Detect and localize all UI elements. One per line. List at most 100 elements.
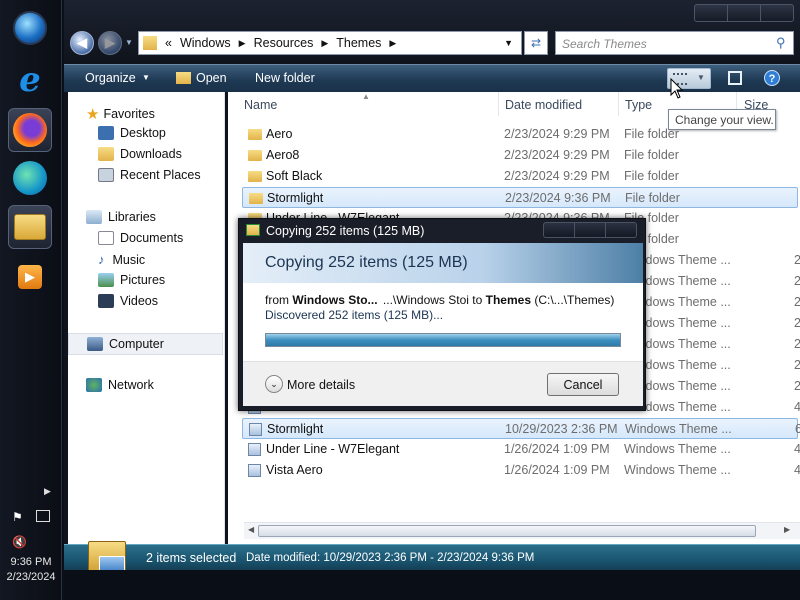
scrollbar-thumb[interactable] [258,525,756,537]
file-date: 2/23/2024 9:29 PM [504,148,610,162]
media-player-icon[interactable]: ▶ [8,255,52,299]
refresh-button[interactable]: ⇄ [524,31,548,55]
nav-network[interactable]: Network [86,378,154,392]
flag-icon[interactable]: ⚑ [12,510,23,524]
dialog-maximize-button[interactable] [575,223,606,237]
file-size: 2 [794,379,800,393]
address-dropdown-icon[interactable]: ▼ [504,38,513,48]
nav-favorites[interactable]: ★ Favorites [86,105,155,123]
column-type[interactable]: Type [625,98,652,112]
preview-pane-icon[interactable] [728,71,742,85]
from-source-link[interactable]: Windows Sto... [292,293,377,307]
scroll-left-icon[interactable]: ◀ [248,525,254,534]
internet-explorer-icon[interactable]: e [8,58,52,102]
column-divider[interactable] [618,92,619,116]
file-size: 4 [794,442,800,456]
selection-date-range: Date modified: 10/29/2023 2:36 PM - 2/23… [246,552,535,564]
volume-muted-icon[interactable]: 🔇 [12,535,27,549]
tooltip: Change your view. [668,109,776,130]
nav-music[interactable]: ♪ Music [98,252,145,267]
to-label: to [472,293,483,307]
clock-date[interactable]: 2/23/2024 [0,571,62,583]
file-size: 6 [795,422,800,436]
file-size: 4 [794,400,800,414]
chevron-down-icon: ▼ [142,73,150,82]
breadcrumb-arrow-icon[interactable]: ▶ [321,38,328,49]
to-dest-link[interactable]: Themes [486,293,531,307]
nav-label: Pictures [120,273,166,287]
forward-button[interactable]: ▶ [98,31,122,55]
window-bottom-frame [64,570,800,600]
firefox-icon[interactable] [8,108,52,152]
start-orb-icon[interactable] [8,6,52,50]
from-path: ...\Windows Stoi [382,293,469,307]
clock-time[interactable]: 9:36 PM [0,556,62,568]
breadcrumb-resources[interactable]: Resources [254,36,314,50]
music-icon: ♪ [98,252,105,267]
nav-label: Videos [120,294,158,308]
file-date: 2/23/2024 9:29 PM [504,127,610,141]
maximize-button[interactable] [728,5,761,21]
minimize-button[interactable] [695,5,728,21]
nav-label: Computer [109,337,164,351]
copy-icon [246,224,260,236]
breadcrumb-themes[interactable]: Themes [336,36,381,50]
file-row[interactable]: Aero8 2/23/2024 9:29 PM File folder [242,145,798,166]
breadcrumb-arrow-icon[interactable]: ▶ [389,38,396,49]
nav-libraries[interactable]: Libraries [86,210,156,224]
new-folder-button[interactable]: New folder [255,71,315,85]
address-prefix[interactable]: « [165,36,172,50]
nav-documents[interactable]: Documents [98,231,183,245]
file-type: Windows Theme ... [625,422,732,436]
dialog-minimize-button[interactable] [544,223,575,237]
copy-route: from Windows Sto... ...\Windows Stoi to … [265,293,614,307]
expand-chevron-icon[interactable]: ⌄ [265,375,283,393]
open-button[interactable]: Open [196,71,227,85]
nav-label: Network [108,378,154,392]
organize-button[interactable]: Organize [85,71,136,85]
file-row[interactable]: Vista Aero 1/26/2024 1:09 PM Windows Theme… [242,460,800,481]
horizontal-scrollbar[interactable]: ◀ ▶ [244,522,800,539]
theme-file-icon [248,443,261,456]
breadcrumb-arrow-icon[interactable]: ▶ [239,38,246,49]
recent-pages-dropdown[interactable]: ▼ [125,38,133,47]
from-label: from [265,293,289,307]
chevron-down-icon[interactable]: ▼ [697,73,705,82]
column-date-modified[interactable]: Date modified [505,98,582,112]
close-button[interactable] [761,5,793,21]
column-name[interactable]: Name [244,98,277,112]
file-explorer-icon[interactable] [8,205,52,249]
file-row[interactable]: Soft Black 2/23/2024 9:29 PM File folder [242,166,798,187]
file-row[interactable]: Under Line - W7Elegant 1/26/2024 1:09 PM W… [242,439,800,460]
nav-videos[interactable]: Videos [98,294,158,308]
file-row[interactable]: Stormlight 2/23/2024 9:36 PM File folder [242,187,798,208]
column-divider[interactable] [498,92,499,116]
nav-computer[interactable]: Computer [68,333,223,355]
file-name: Aero [266,127,293,141]
help-icon[interactable]: ? [764,70,780,86]
scroll-right-icon[interactable]: ▶ [784,525,790,534]
breadcrumb-windows[interactable]: Windows [180,36,231,50]
folder-icon [248,150,262,161]
nav-recent-places[interactable]: Recent Places [98,168,201,182]
file-type: Windows Theme ... [624,463,731,477]
dialog-heading: Copying 252 items (125 MB) [265,254,468,271]
tray-expand-icon[interactable]: ▶ [44,486,51,497]
nav-downloads[interactable]: Downloads [98,147,182,161]
search-input[interactable]: Search Themes [555,31,794,55]
nav-pictures[interactable]: Pictures [98,273,165,287]
cancel-button[interactable]: Cancel [547,373,619,396]
search-icon[interactable]: ⚲ [776,35,786,51]
selection-count: 2 items selected [146,551,237,565]
dialog-title: Copying 252 items (125 MB) [266,224,425,238]
back-button[interactable]: ◀ [70,31,94,55]
file-row[interactable]: Stormlight 10/29/2023 2:36 PM Windows Them… [242,418,800,439]
dialog-close-button[interactable] [606,223,636,237]
edge-icon[interactable] [8,156,52,200]
address-bar[interactable]: « Windows ▶ Resources ▶ Themes ▶ ▼ [138,31,522,55]
nav-desktop[interactable]: Desktop [98,126,166,140]
network-tray-icon[interactable] [36,510,50,522]
file-name: Aero8 [266,148,300,162]
folder-icon [143,36,157,50]
more-details-button[interactable]: More details [287,378,355,392]
